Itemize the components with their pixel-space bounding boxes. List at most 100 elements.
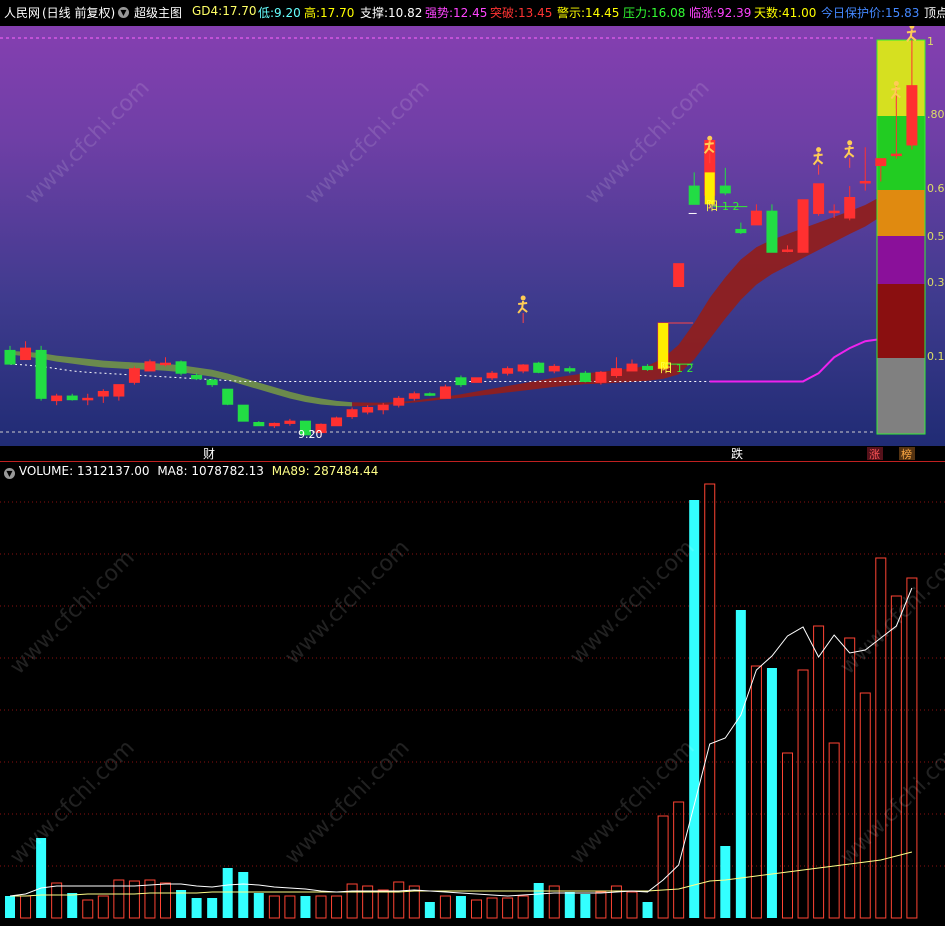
ma89-value: 287484.44: [313, 464, 379, 478]
candle-up: [128, 368, 140, 383]
candle-up: [517, 364, 529, 372]
bang-label: 榜: [901, 447, 912, 460]
volume-bar-down: [564, 892, 575, 918]
zhang-label: 涨: [869, 448, 880, 460]
indicator-name: 超级主图: [134, 6, 183, 20]
volume-bar-up: [97, 895, 109, 919]
volume-bar-down: [735, 610, 746, 918]
candle-down: [253, 422, 265, 427]
ruler-label-3: 0.50: [927, 230, 945, 243]
candle-up: [813, 183, 825, 214]
volume-bar-down: [300, 896, 311, 918]
volume-bar-up: [704, 483, 716, 919]
volume-bar-up: [813, 625, 825, 919]
info-field-10: 今日保护价:15.83: [821, 6, 920, 20]
info-field-5: 突破:13.45: [490, 6, 553, 20]
volume-bar-down: [238, 872, 249, 918]
indicator-info-bar: 人民网 (日线 前复权) ▼ 超级主图 GD4:17.70 低:9.20 高:17.70 支撑…: [0, 0, 945, 26]
info-field-8: 临涨:92.39: [689, 6, 752, 20]
info-field-7: 压力:16.08: [623, 6, 686, 20]
volume-bar-up: [268, 895, 280, 919]
collapse-icon[interactable]: ▼: [4, 468, 15, 479]
volume-bar-up: [51, 882, 63, 919]
candle-up: [82, 397, 94, 401]
ma-ribbon-rising: [352, 174, 912, 407]
ruler-zone-4: [877, 284, 925, 358]
volume-bar-down: [720, 846, 731, 918]
info-field-3: 支撑:10.82: [360, 6, 423, 20]
volume-bar-up: [890, 595, 902, 919]
volume-bar-up: [626, 891, 638, 919]
ruler-zone-1: [877, 116, 925, 190]
candle-down: [735, 228, 747, 234]
candle-up: [859, 181, 871, 184]
candle-up: [595, 371, 607, 383]
info-field-4: 强势:12.45: [425, 6, 488, 20]
price-panel[interactable]: 1 .80 0.61 0.50 0.38 0.19 9.20 阳 1 2 阳 1 2 财 跌 涨 榜 人民网…: [0, 0, 945, 460]
candle-up: [51, 395, 63, 402]
volume-info-bar: ▼ VOLUME: 1312137.00 MA8: 1078782.13 MA8…: [4, 464, 378, 479]
runner-icon: [517, 295, 528, 324]
ruler-zone-3: [877, 236, 925, 284]
candle-down: [66, 395, 78, 401]
candle-up: [626, 363, 638, 372]
volume-panel[interactable]: ▼ VOLUME: 1312137.00 MA8: 1078782.13 MA8…: [0, 461, 945, 926]
bottom-strip: [0, 446, 945, 460]
volume-bar-up: [315, 895, 327, 919]
volume-bar-up: [20, 895, 32, 919]
volume-bar-down: [642, 902, 653, 918]
cai-label: 财: [203, 447, 215, 460]
volume-bar-up: [906, 577, 918, 919]
period-mode: (日线 前复权): [42, 6, 116, 20]
candle-down: [191, 375, 203, 380]
volume-bar-up: [377, 889, 389, 919]
ruler-label-1: .80: [927, 108, 945, 121]
volume-bar-down: [533, 883, 544, 918]
candle-up: [750, 210, 762, 226]
candle-up: [346, 409, 358, 418]
candle-up: [393, 397, 405, 406]
volume-bar-down: [253, 893, 264, 918]
volume-bar-up: [439, 895, 451, 919]
candle-up: [844, 196, 856, 219]
collapse-icon[interactable]: ▼: [118, 7, 129, 18]
ruler-zone-0: [877, 40, 925, 116]
volume-bar-down: [191, 898, 202, 918]
volume-bar-down: [455, 896, 466, 918]
volume-bar-up: [346, 883, 358, 919]
volume-bar-up: [875, 557, 887, 919]
volume-bar-down: [424, 902, 435, 918]
candle-down: [564, 368, 576, 372]
candle-down: [206, 379, 218, 386]
volume-bar-up: [128, 880, 140, 919]
volume-bar-up: [517, 895, 529, 919]
runner-icon: [812, 147, 824, 175]
ruler-label-2: 0.61: [927, 182, 945, 195]
candle-down: [4, 349, 16, 365]
candle-up: [268, 422, 280, 427]
die-label: 跌: [731, 446, 743, 460]
ruler-label-0: 1: [927, 35, 934, 48]
candle-up: [486, 372, 498, 379]
candle-up: [782, 249, 793, 252]
volume-bar-up: [82, 899, 94, 919]
volume-bar-up: [160, 882, 171, 919]
candle-down: [175, 361, 187, 374]
candle-down: [35, 349, 47, 399]
candle-down: [719, 185, 731, 194]
volume-bar-down: [67, 893, 78, 918]
volume-bar-down: [580, 894, 591, 918]
ruler-label-4: 0.38: [927, 276, 945, 289]
volume-bar-up: [844, 637, 856, 919]
volume-chart[interactable]: [0, 462, 945, 926]
volume-bar-down: [222, 868, 233, 918]
yang-count: 1 2: [676, 362, 694, 375]
ma8-value: 1078782.13: [191, 464, 264, 478]
ruler-zone-5: [877, 358, 925, 434]
price-chart[interactable]: 1 .80 0.61 0.50 0.38 0.19 9.20 阳 1 2 阳 1 2 财 跌 涨 榜: [0, 0, 945, 460]
info-field-2: 高:17.70: [304, 6, 355, 20]
volume-bar-down: [207, 898, 218, 918]
candle-up: [906, 85, 918, 146]
candle-down: [766, 210, 778, 253]
candle-down: [455, 377, 467, 386]
